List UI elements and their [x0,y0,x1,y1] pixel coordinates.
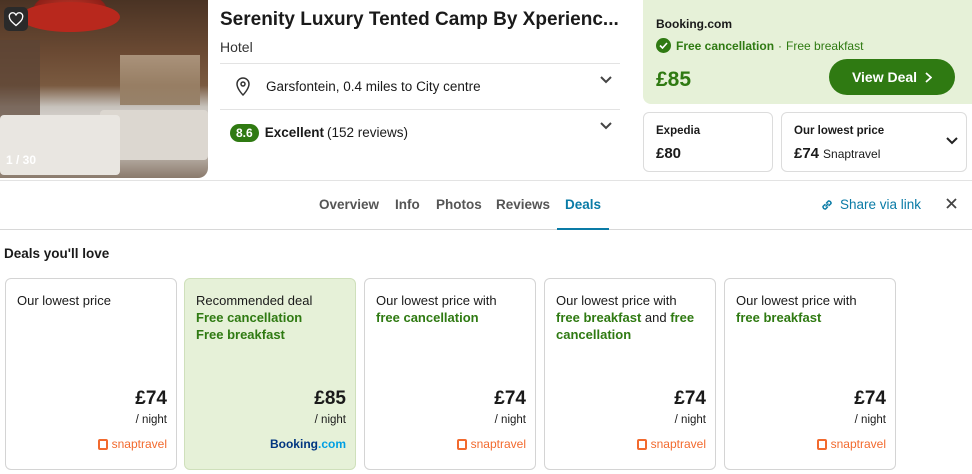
deal-card-breakfast-cancellation[interactable]: Our lowest price with free breakfast and… [544,278,716,470]
rating-count: (152 reviews) [326,125,408,140]
deal-per-night: / night [135,414,167,426]
booking-logo: Booking .com [269,437,346,451]
location-text: Garsfontein, 0.4 miles to City centre [266,79,481,94]
lowest-price-value: £74 [794,145,820,162]
featured-perks: Free cancellation · Free breakfast [656,38,863,53]
chevron-down-icon[interactable] [600,76,612,84]
map-pin-icon [236,76,250,96]
deal-connector: and [641,310,671,325]
rating-row[interactable]: 8.6 Excellent (152 reviews) [220,109,620,155]
tab-info[interactable]: Info [395,197,420,212]
photo-window [120,55,200,105]
deal-per-night: / night [854,414,886,426]
snaptravel-logo: snaptravel [97,437,167,451]
deal-price: £85 [314,388,346,409]
deal-per-night: / night [674,414,706,426]
deal-description: Our lowest price [17,292,167,309]
close-icon[interactable] [946,198,957,209]
share-link[interactable]: Share via link [820,197,921,212]
deal-perk: free breakfast [736,310,822,325]
expedia-price: £80 [656,145,681,162]
tab-reviews[interactable]: Reviews [496,197,550,212]
hotel-title[interactable]: Serenity Luxury Tented Camp By Xperienc.… [220,9,630,31]
deal-card-free-breakfast[interactable]: Our lowest price with free breakfast £74… [724,278,896,470]
link-icon [822,199,832,210]
view-deal-label: View Deal [851,69,918,85]
deal-perk: free breakfast [556,310,642,325]
hotel-type: Hotel [220,39,253,55]
expedia-label: Expedia [656,125,701,137]
deal-perk: Free cancellation [196,310,303,325]
lowest-price-label: Our lowest price [794,125,885,137]
perk-free-cancellation: Free cancellation [676,38,775,53]
perk-free-breakfast: Free breakfast [786,38,864,53]
location-row[interactable]: Garsfontein, 0.4 miles to City centre [220,63,620,109]
active-tab-indicator [557,228,609,230]
deal-title: Our lowest price with [376,293,497,308]
deal-price: £74 [674,388,706,409]
expedia-price-value: £80 [656,145,682,162]
check-circle-icon [656,38,671,53]
deal-description: Our lowest price with free breakfast and… [556,292,706,343]
deal-title: Our lowest price with [736,293,857,308]
photo-counter: 1 / 30 [6,153,37,167]
tab-deals[interactable]: Deals [565,197,601,212]
deal-title: Recommended deal [196,293,313,308]
deal-description: Recommended deal Free cancellation Free … [196,292,346,343]
deal-perk: Free breakfast [196,327,285,342]
tab-bar: Overview Info Photos Reviews Deals Share… [0,180,972,230]
deal-title: Our lowest price [17,293,111,308]
deal-perk: free cancellation [376,310,479,325]
hotel-photo[interactable]: 1 / 30 [0,0,208,178]
deals-heading: Deals you'll love [4,246,110,261]
deal-price: £74 [854,388,886,409]
deal-price: £74 [135,388,167,409]
featured-deal-card[interactable]: Booking.com Free cancellation · Free bre… [643,0,972,104]
deal-per-night: / night [494,414,526,426]
deal-card-free-cancellation[interactable]: Our lowest price with free cancellation … [364,278,536,470]
chevron-down-icon[interactable] [600,122,612,130]
snaptravel-logo: snaptravel [456,437,526,451]
photo-lamp [20,2,120,32]
perk-separator: · [778,38,783,53]
lowest-price: £74 Snaptravel [794,145,880,162]
deal-description: Our lowest price with free breakfast [736,292,886,326]
deal-title: Our lowest price with [556,293,677,308]
snaptravel-logo: snaptravel [816,437,886,451]
featured-provider: Booking.com [656,17,733,31]
favorite-button[interactable] [4,7,28,31]
lowest-price-card[interactable]: Our lowest price £74 Snaptravel [781,112,967,172]
chevron-down-icon[interactable] [946,137,958,145]
view-deal-button[interactable]: View Deal [829,59,955,95]
rating-badge: 8.6 [230,123,259,142]
lowest-price-provider: Snaptravel [823,147,881,161]
deal-price: £74 [494,388,526,409]
featured-price: £85 [656,68,692,91]
rating-label: Excellent [264,125,324,140]
snaptravel-logo: snaptravel [636,437,706,451]
deal-per-night: / night [314,414,346,426]
deal-card-recommended[interactable]: Recommended deal Free cancellation Free … [184,278,356,470]
deal-card-lowest[interactable]: Our lowest price £74 / night snaptravel [5,278,177,470]
chevron-right-icon [925,71,933,83]
heart-icon [8,11,24,26]
share-link-label: Share via link [840,197,922,212]
tab-photos[interactable]: Photos [436,197,482,212]
photo-wall [0,40,40,120]
expedia-deal-card[interactable]: Expedia £80 [643,112,773,172]
tab-overview[interactable]: Overview [319,197,379,212]
deal-description: Our lowest price with free cancellation [376,292,526,326]
